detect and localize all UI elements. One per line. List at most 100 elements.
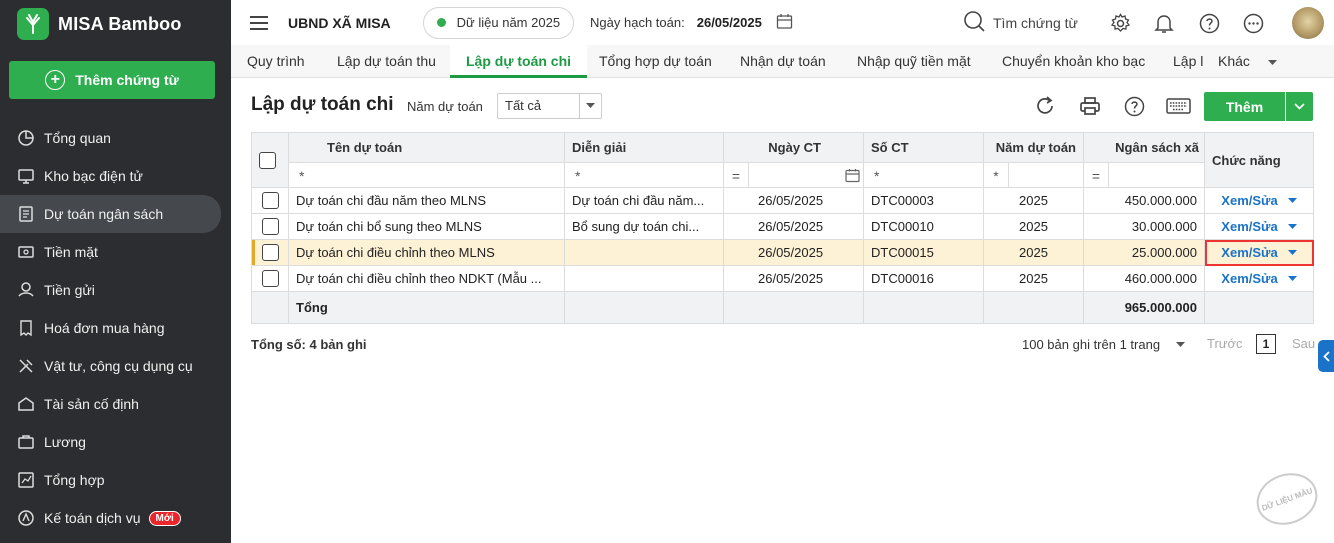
tab-more-label: Khác: [1218, 53, 1250, 69]
filter-name[interactable]: *: [288, 162, 565, 188]
sidebar-item-salary[interactable]: Lương: [0, 423, 231, 461]
current-page[interactable]: 1: [1256, 334, 1276, 354]
filter-date[interactable]: =: [723, 162, 864, 188]
tab-more-dropdown[interactable]: Khác: [1218, 45, 1277, 78]
calendar-icon[interactable]: [776, 13, 793, 33]
print-icon[interactable]: [1078, 94, 1102, 118]
previous-page-button[interactable]: Trước: [1207, 336, 1243, 351]
next-page-button[interactable]: Sau: [1292, 336, 1315, 351]
sidebar-item-materials[interactable]: Vật tư, công cụ dụng cụ: [0, 347, 231, 385]
cell-name: Dự toán chi bổ sung theo MLNS: [288, 213, 565, 240]
cell-date: 26/05/2025: [723, 213, 864, 240]
row-checkbox[interactable]: [261, 192, 279, 210]
view-edit-button[interactable]: Xem/Sửa: [1221, 193, 1297, 208]
chevron-down-icon: [1294, 103, 1305, 110]
select-all-checkbox[interactable]: [259, 151, 276, 169]
menu-icon[interactable]: [250, 15, 268, 30]
tab-cash-receipt[interactable]: Nhập quỹ tiền mặt: [857, 45, 971, 78]
caret-down-icon: [1287, 197, 1297, 203]
brand[interactable]: MISA Bamboo: [0, 0, 231, 48]
filter-year[interactable]: *: [983, 162, 1084, 188]
tab-process[interactable]: Quy trình: [247, 45, 305, 78]
tab-revenue-budget[interactable]: Lập dự toán thu: [337, 45, 436, 78]
sidebar: MISA Bamboo + Thêm chứng từ Tổng quan Kh…: [0, 0, 231, 543]
total-label: Tổng: [288, 291, 565, 324]
page-title: Lập dự toán chi: [251, 94, 394, 115]
sidebar-item-cash[interactable]: Tiền mặt: [0, 233, 231, 271]
column-header-description[interactable]: Diễn giải: [564, 132, 724, 163]
column-header-name[interactable]: Tên dự toán: [288, 132, 565, 163]
help-icon[interactable]: [1122, 94, 1146, 118]
column-header-number[interactable]: Số CT: [863, 132, 984, 163]
sidebar-item-overview[interactable]: Tổng quan: [0, 119, 231, 157]
filter-number[interactable]: *: [863, 162, 984, 188]
filter-amount[interactable]: =: [1083, 162, 1205, 188]
notification-bell-icon[interactable]: [1153, 12, 1175, 34]
sidebar-item-summary[interactable]: Tổng hợp: [0, 461, 231, 499]
monitor-icon: [16, 166, 36, 186]
view-edit-button[interactable]: Xem/Sửa: [1221, 219, 1297, 234]
summary-icon: [16, 470, 36, 490]
sidebar-item-invoice[interactable]: Hoá đơn mua hàng: [0, 309, 231, 347]
add-button[interactable]: Thêm: [1204, 92, 1285, 121]
chevron-down-icon: [1267, 60, 1277, 65]
user-avatar[interactable]: [1292, 7, 1324, 39]
data-year-selector[interactable]: Dữ liệu năm 2025: [422, 6, 575, 39]
column-header-amount[interactable]: Ngân sách xã: [1083, 132, 1205, 163]
row-checkbox[interactable]: [261, 270, 279, 288]
view-edit-button[interactable]: Xem/Sửa: [1221, 271, 1297, 286]
filter-description[interactable]: *: [564, 162, 724, 188]
tab-expense-budget[interactable]: Lập dự toán chi: [450, 45, 588, 78]
add-dropdown-button[interactable]: [1286, 92, 1313, 121]
table-row[interactable]: Dự toán chi đầu năm theo MLNS Dự toán ch…: [251, 187, 1314, 214]
sidebar-item-treasury[interactable]: Kho bạc điện tử: [0, 157, 231, 195]
search-icon: [963, 10, 986, 36]
sidebar-item-label: Tiền mặt: [44, 244, 98, 260]
table-row[interactable]: Dự toán chi điều chỉnh theo NDKT (Mẫu ..…: [251, 265, 1314, 292]
keyboard-icon[interactable]: [1165, 94, 1191, 118]
row-checkbox[interactable]: [261, 218, 279, 236]
cell-description: Bổ sung dự toán chi...: [564, 213, 724, 240]
side-panel-toggle[interactable]: [1318, 340, 1334, 372]
budget-table: Tên dự toán Diễn giải Ngày CT Số CT Năm …: [251, 132, 1314, 324]
sidebar-item-service[interactable]: Kế toán dịch vụ Mới: [0, 499, 231, 537]
asset-icon: [16, 394, 36, 414]
search-box[interactable]: Tìm chứng từ: [963, 10, 1078, 36]
status-dot-icon: [436, 18, 446, 27]
cell-number: DTC00016: [863, 265, 984, 292]
sidebar-item-assets[interactable]: Tài sản cố định: [0, 385, 231, 423]
table-row-selected[interactable]: Dự toán chi điều chỉnh theo MLNS 26/05/2…: [251, 239, 1314, 266]
tab-receive-budget[interactable]: Nhận dự toán: [740, 45, 826, 78]
plus-circle-icon: +: [45, 70, 66, 90]
column-header-actions: Chức năng: [1204, 132, 1314, 188]
add-document-button[interactable]: + Thêm chứng từ: [9, 61, 215, 99]
bank-deposit-icon: [16, 280, 36, 300]
tab-truncated[interactable]: Lập l: [1173, 45, 1216, 78]
top-bar: UBND XÃ MISA Dữ liệu năm 2025 Ngày hạch …: [231, 0, 1334, 45]
refresh-icon[interactable]: [1033, 94, 1057, 118]
organization-name[interactable]: UBND XÃ MISA: [288, 15, 391, 31]
table-row[interactable]: Dự toán chi bổ sung theo MLNS Bổ sung dự…: [251, 213, 1314, 240]
tab-budget-summary[interactable]: Tổng hợp dự toán: [599, 45, 712, 78]
highlighted-action-cell: Xem/Sửa: [1204, 239, 1314, 266]
year-filter-select[interactable]: Tất cả: [497, 93, 602, 119]
view-edit-button[interactable]: Xem/Sửa: [1221, 245, 1297, 260]
sidebar-item-label: Kế toán dịch vụ: [44, 510, 141, 526]
accounting-date-value[interactable]: 26/05/2025: [697, 15, 762, 30]
row-checkbox[interactable]: [261, 244, 279, 262]
calendar-icon[interactable]: [841, 168, 863, 183]
sidebar-item-deposit[interactable]: Tiền gửi: [0, 271, 231, 309]
settings-gear-icon[interactable]: [1109, 12, 1131, 34]
column-header-date[interactable]: Ngày CT: [723, 132, 864, 163]
sidebar-item-label: Kho bạc điện tử: [44, 168, 143, 184]
more-options-icon[interactable]: [1242, 12, 1264, 34]
page-size-select[interactable]: 100 bản ghi trên 1 trang: [1022, 337, 1186, 352]
tab-treasury-transfer[interactable]: Chuyển khoản kho bạc: [1002, 45, 1145, 78]
sidebar-item-budget[interactable]: Dự toán ngân sách: [0, 195, 221, 233]
cell-name: Dự toán chi điều chỉnh theo MLNS: [288, 239, 565, 266]
column-header-year[interactable]: Năm dự toán: [983, 132, 1084, 163]
cell-amount: 30.000.000: [1083, 213, 1205, 240]
sidebar-item-label: Tài sản cố định: [44, 396, 139, 412]
help-icon[interactable]: [1198, 12, 1220, 34]
cell-number: DTC00003: [863, 187, 984, 214]
